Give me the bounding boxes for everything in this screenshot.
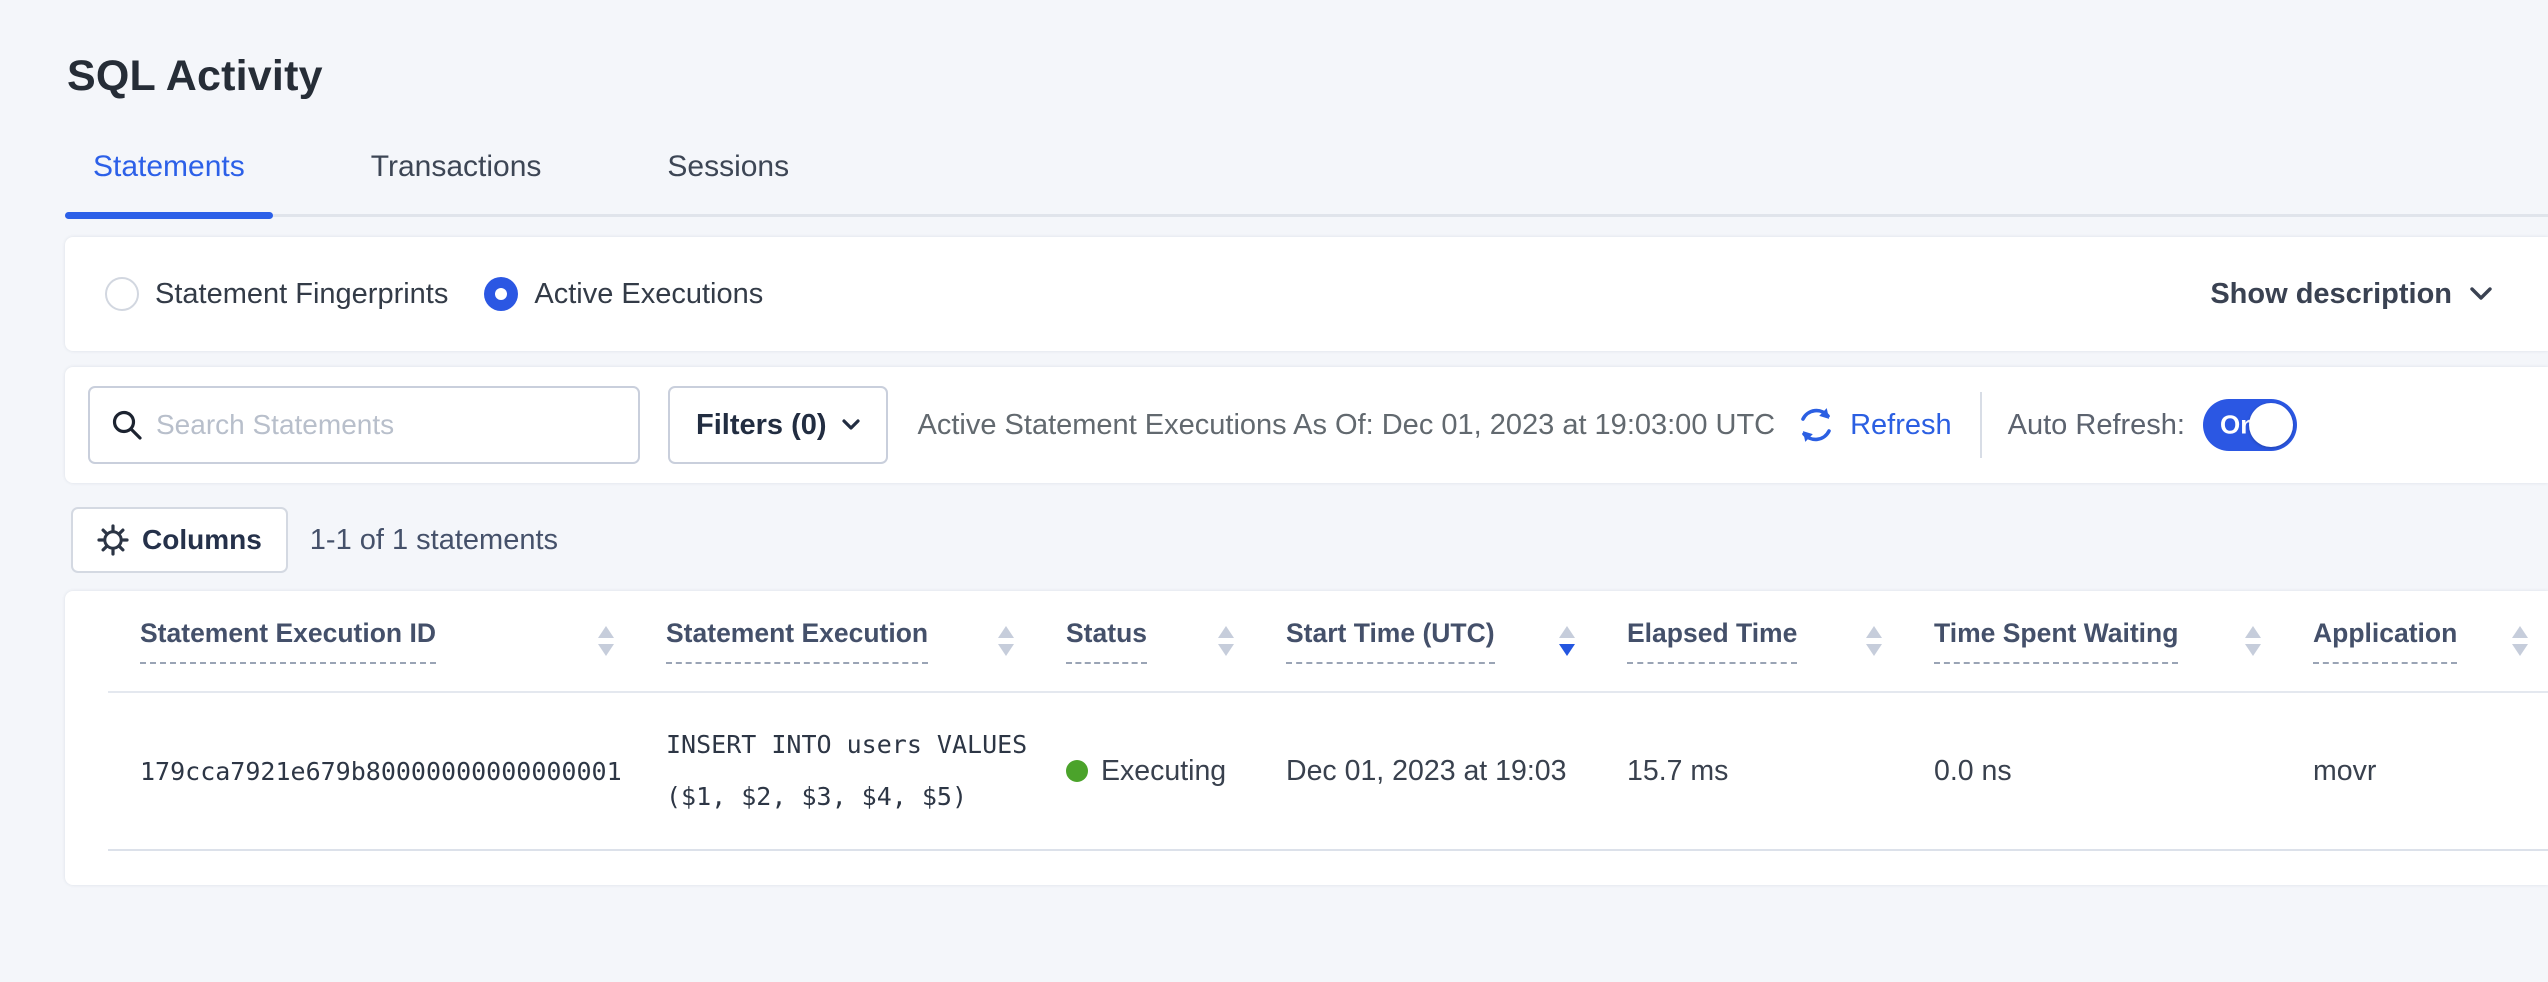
sort-desc-active-icon (1559, 626, 1575, 656)
cell-application: movr (2281, 693, 2548, 849)
filters-button[interactable]: Filters (0) (668, 386, 888, 464)
status-executing-icon (1066, 760, 1088, 782)
columns-button[interactable]: Columns (71, 507, 288, 573)
column-header-start-time[interactable]: Start Time (UTC) (1254, 591, 1595, 691)
tab-transactions[interactable]: Transactions (343, 150, 570, 214)
chevron-down-icon (2470, 287, 2492, 301)
show-description-toggle[interactable]: Show description (2210, 278, 2492, 311)
sort-icon (998, 626, 1014, 656)
columns-label: Columns (142, 524, 262, 556)
search-icon (110, 408, 144, 442)
cell-start-time: Dec 01, 2023 at 19:03 (1254, 693, 1595, 849)
column-header-statement-execution[interactable]: Statement Execution (634, 591, 1034, 691)
column-header-application[interactable]: Application (2281, 591, 2548, 691)
sort-icon (2512, 626, 2528, 656)
refresh-label: Refresh (1850, 409, 1952, 442)
table-header-row: Statement Execution ID Statement Executi… (108, 591, 2548, 693)
controls-card: Filters (0) Active Statement Executions … (65, 367, 2548, 483)
auto-refresh-label: Auto Refresh: (2008, 409, 2185, 442)
sql-activity-page: SQL Activity Statements Transactions Ses… (0, 0, 2548, 885)
column-header-time-spent-waiting[interactable]: Time Spent Waiting (1902, 591, 2281, 691)
toggle-knob (2249, 403, 2293, 447)
sort-icon (2245, 626, 2261, 656)
radio-active-executions[interactable]: Active Executions (484, 277, 763, 311)
cell-elapsed-time: 15.7 ms (1595, 693, 1902, 849)
tab-statements[interactable]: Statements (65, 150, 273, 214)
refresh-button[interactable]: Refresh (1795, 404, 1952, 446)
tab-bar: Statements Transactions Sessions (65, 150, 2548, 217)
radio-label: Statement Fingerprints (155, 278, 448, 311)
search-box (88, 386, 640, 464)
radio-unselected-icon (105, 277, 139, 311)
view-mode-card: Statement Fingerprints Active Executions… (65, 237, 2548, 351)
refresh-icon (1795, 404, 1837, 446)
cell-time-spent-waiting: 0.0 ns (1902, 693, 2281, 849)
auto-refresh-toggle[interactable]: On (2203, 399, 2297, 451)
radio-statement-fingerprints[interactable]: Statement Fingerprints (105, 277, 448, 311)
table-row: 179cca7921e679b80000000000000001 INSERT … (108, 693, 2548, 851)
vertical-divider (1980, 392, 1982, 458)
column-header-elapsed-time[interactable]: Elapsed Time (1595, 591, 1902, 691)
column-header-status[interactable]: Status (1034, 591, 1254, 691)
cell-statement-execution-id: 179cca7921e679b80000000000000001 (108, 693, 634, 849)
as-of-timestamp: Active Statement Executions As Of: Dec 0… (918, 409, 1776, 442)
filters-label: Filters (0) (696, 409, 827, 442)
chevron-down-icon (842, 419, 860, 431)
gear-icon (97, 524, 129, 556)
radio-selected-icon (484, 277, 518, 311)
page-title: SQL Activity (67, 48, 2548, 104)
statements-table-card: Statement Execution ID Statement Executi… (65, 591, 2548, 885)
sort-icon (1218, 626, 1234, 656)
radio-label: Active Executions (534, 278, 763, 311)
column-header-statement-execution-id[interactable]: Statement Execution ID (108, 591, 634, 691)
cell-statement-execution: INSERT INTO users VALUES ($1, $2, $3, $4… (634, 693, 1034, 849)
status-label: Executing (1101, 755, 1226, 788)
cell-status: Executing (1034, 693, 1254, 849)
results-count: 1-1 of 1 statements (310, 524, 558, 557)
sort-icon (1866, 626, 1882, 656)
sort-icon (598, 626, 614, 656)
show-description-label: Show description (2210, 278, 2452, 311)
tab-sessions[interactable]: Sessions (639, 150, 817, 214)
table-toolbar: Columns 1-1 of 1 statements (65, 507, 2548, 573)
search-input[interactable] (156, 409, 638, 441)
